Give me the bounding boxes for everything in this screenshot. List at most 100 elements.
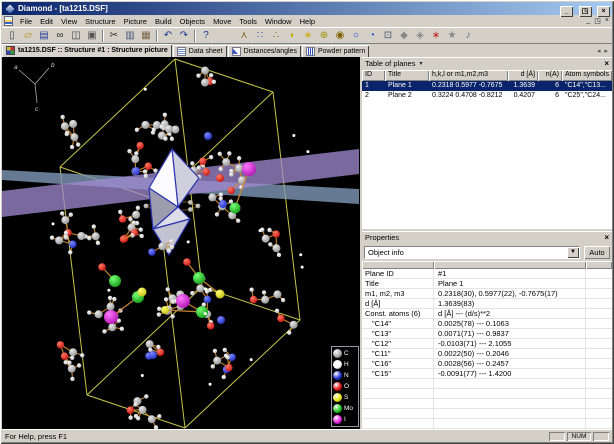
property-row-empty [362,389,612,399]
title-bar: Diamond - [ta1215.DSF] _ ◳ × [2,2,612,15]
property-name: "C16" [362,359,434,368]
tab-scroll-left-icon[interactable]: ◂ [596,48,602,55]
unit-cell-icon[interactable]: ⊡ [380,29,396,43]
undo-icon[interactable]: ↶ [160,29,176,43]
redo-icon[interactable]: ↷ [176,29,192,43]
child-window-controls: _ ◳ × [586,17,612,25]
planes-col-id[interactable]: ID [362,70,385,81]
structure-viewport[interactable]: abc CHNOSMoI [2,57,360,429]
structure-3d-scene[interactable]: abc [2,57,360,429]
save-icon[interactable]: ▤ [36,29,52,43]
plane-cell: 6 [538,91,562,101]
menu-item-tools[interactable]: Tools [235,16,261,27]
plane-row-2[interactable]: 2Plane 20.3224 0.4708 -0.82120.42076"C25… [362,91,612,101]
crescent-icon[interactable]: ◔ [364,29,380,43]
combo-arrow-icon[interactable]: ▼ [567,247,579,258]
menu-item-build[interactable]: Build [151,16,176,27]
cut-icon[interactable]: ✂ [106,29,122,43]
menu-item-picture[interactable]: Picture [120,16,151,27]
menu-item-view[interactable]: View [57,16,81,27]
planes-col-d[interactable]: d [Å] [508,70,538,81]
legend-label: C [344,350,349,357]
tab-powder-pattern[interactable]: Powder pattern [302,45,369,57]
property-value: 1.3639(83) [434,299,586,308]
lattice-icon[interactable]: ◈ [412,29,428,43]
copy-icon[interactable]: ▥ [122,29,138,43]
property-row-const-atoms-6: Const. atoms (6)d [Å] --- (d/s)**2 [362,309,612,319]
legend-item-h: H [333,359,358,370]
properties-panel-close-icon[interactable]: × [604,234,609,242]
panel-menu-dropdown-icon[interactable]: ▾ [419,60,422,67]
status-box [549,432,565,441]
property-extra [586,359,612,368]
planes-col-n-a[interactable]: n(A) [538,70,562,81]
add-atom-icon[interactable]: ⊕ [316,29,332,43]
tab-ta1215-dsf-structure-1-structure-picture[interactable]: ta1215.DSF :: Structure #1 : Structure p… [2,44,172,57]
property-row-plane-id: Plane ID#1 [362,269,612,279]
print-preview-icon[interactable]: ◫ [68,29,84,43]
child-minimize-icon[interactable]: _ [586,17,590,25]
planes-col-atom-symbols[interactable]: Atom symbols [562,70,612,81]
coordination-icon[interactable]: ∴ [268,29,284,43]
property-value: Plane 1 [434,279,586,288]
object-info-select[interactable]: Object info ▼ [364,246,580,259]
print-icon[interactable]: ▣ [84,29,100,43]
menu-item-file[interactable]: File [16,16,36,27]
menu-item-help[interactable]: Help [296,16,319,27]
menu-item-move[interactable]: Move [209,16,235,27]
packing-icon[interactable]: ∷ [252,29,268,43]
planes-col-h-k-l-or-m1-m2-m3[interactable]: h,k,l or m1,m2,m3 [429,70,508,81]
document-icon[interactable] [4,16,13,26]
app-icon [5,4,14,13]
atom-design-icon[interactable]: ◉ [332,29,348,43]
menu-item-structure[interactable]: Structure [81,16,119,27]
polyhedra-icon[interactable]: ◗ [284,29,300,43]
child-close-icon[interactable]: × [605,17,609,25]
note-icon[interactable]: ♪ [460,29,476,43]
main-content: abc CHNOSMoI Table of planes ▾ × IDTitle… [2,57,612,429]
tab-data-sheet[interactable]: Data sheet [173,45,227,57]
paste-icon[interactable]: ▦ [138,29,154,43]
property-row-m1-m2-m3: m1, m2, m30.2318(30), 0.5977(22), -0.767… [362,289,612,299]
star-icon[interactable]: ★ [444,29,460,43]
new-document-icon[interactable]: ▯ [4,29,20,43]
planes-panel-close-icon[interactable]: × [604,60,609,68]
ring-icon[interactable]: ○ [348,29,364,43]
diamond-icon[interactable]: ◆ [396,29,412,43]
planes-col-title[interactable]: Title [385,70,429,81]
tab-distances-angles[interactable]: ◣Distances/angles [228,45,301,57]
auto-button[interactable]: Auto [584,246,610,259]
property-name [362,409,434,418]
atom-legend: CHNOSMoI [331,346,359,427]
legend-ball [333,360,342,369]
menu-item-objects[interactable]: Objects [176,16,209,27]
cluster-icon[interactable]: ∗ [300,29,316,43]
property-value: 0.0071(71) --- 0.9837 [434,329,586,338]
destroy-icon[interactable]: ∗ [428,29,444,43]
menu-item-window[interactable]: Window [261,16,296,27]
property-name: m1, m2, m3 [362,289,434,298]
property-row-c13: "C13"0.0071(71) --- 0.9837 [362,329,612,339]
property-row-title: TitlePlane 1 [362,279,612,289]
property-row-c14: "C14"0.0025(78) --- 0.1063 [362,319,612,329]
legend-label: N [344,372,349,379]
menu-item-edit[interactable]: Edit [36,16,57,27]
find-icon[interactable]: ∞ [52,29,68,43]
diamond-window: Diamond - [ta1215.DSF] _ ◳ × FileEditVie… [0,0,614,444]
tab-scroll-right-icon[interactable]: ▸ [603,48,609,55]
build-molecule-icon[interactable]: ⋏ [236,29,252,43]
menu-items: FileEditViewStructurePictureBuildObjects… [16,17,319,26]
plane-row-1[interactable]: 1Plane 10.2318 0.5977 -0.76751.36396"C14… [362,81,612,91]
property-name: "C13" [362,329,434,338]
tab-label: Data sheet [189,48,223,55]
legend-ball [333,382,342,391]
legend-ball [333,415,342,424]
property-extra [586,319,612,328]
child-restore-icon[interactable]: ◳ [594,17,601,25]
help-icon[interactable]: ? [198,29,214,43]
open-folder-icon[interactable]: ▱ [20,29,36,43]
property-value [434,389,586,398]
planes-panel-title: Table of planes [365,59,415,68]
legend-item-o: O [333,381,358,392]
legend-item-mo: Mo [333,403,358,414]
